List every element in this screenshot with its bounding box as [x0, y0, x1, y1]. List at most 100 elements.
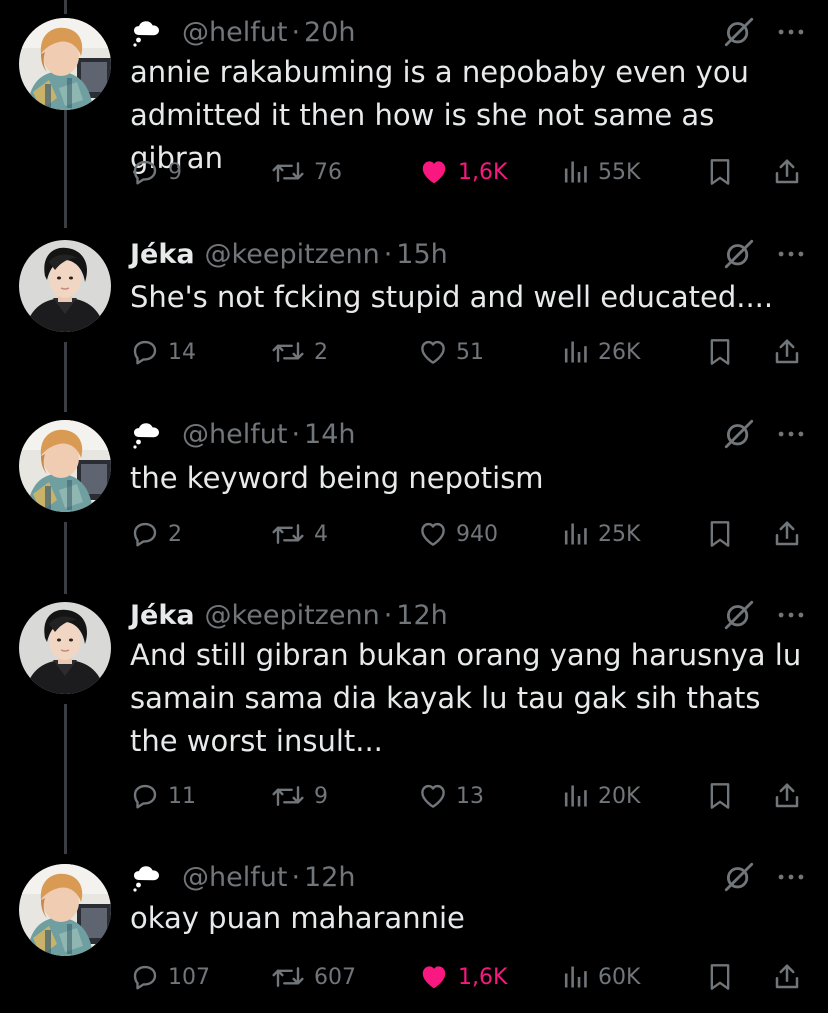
like-count: 51 — [456, 339, 484, 365]
user-handle[interactable]: @keepitzenn — [205, 239, 380, 270]
separator-dot: · — [291, 418, 301, 450]
bookmark-icon — [706, 518, 734, 550]
like-count: 13 — [456, 783, 484, 809]
timestamp[interactable]: 14h — [304, 419, 355, 450]
views-button[interactable]: 60K — [562, 957, 640, 997]
tweet-text: And still gibran bukan orang yang harusn… — [130, 638, 802, 758]
thread-line — [64, 704, 67, 854]
repost-button[interactable]: 4 — [270, 514, 328, 554]
reply-icon — [130, 962, 160, 992]
share-icon — [772, 157, 802, 187]
reply-button[interactable]: 107 — [130, 957, 210, 997]
repost-button[interactable]: 607 — [270, 957, 356, 997]
grok-icon[interactable] — [722, 15, 756, 49]
user-handle[interactable]: @keepitzenn — [205, 600, 380, 631]
thread-line — [64, 110, 67, 228]
share-button[interactable] — [772, 514, 802, 554]
bookmark-icon — [706, 961, 734, 993]
repost-icon — [270, 519, 306, 549]
bookmark-button[interactable] — [706, 514, 734, 554]
more-icon[interactable] — [774, 598, 808, 632]
grok-icon[interactable] — [722, 237, 756, 271]
repost-icon — [270, 781, 306, 811]
like-button[interactable]: 13 — [418, 776, 484, 816]
grok-icon[interactable] — [722, 598, 756, 632]
separator-dot: · — [291, 16, 301, 48]
reply-button[interactable]: 14 — [130, 332, 196, 372]
tweet-header: Jéka @keepitzenn · 15h — [130, 236, 448, 272]
bookmark-button[interactable] — [706, 332, 734, 372]
repost-icon — [270, 157, 306, 187]
views-button[interactable]: 20K — [562, 776, 640, 816]
reply-count: 11 — [168, 783, 196, 809]
display-name[interactable]: Jéka — [130, 600, 195, 631]
bookmark-button[interactable] — [706, 152, 734, 192]
more-icon[interactable] — [774, 417, 808, 451]
timestamp[interactable]: 12h — [396, 600, 447, 631]
more-icon[interactable] — [774, 237, 808, 271]
action-bar: 11 9 13 20K — [130, 776, 810, 816]
bookmark-icon — [706, 780, 734, 812]
reply-button[interactable]: 9 — [130, 152, 182, 192]
avatar[interactable] — [19, 864, 111, 956]
separator-dot: · — [291, 861, 301, 893]
views-icon — [562, 337, 590, 367]
timestamp[interactable]: 20h — [304, 17, 355, 48]
repost-count: 4 — [314, 521, 328, 547]
reply-count: 9 — [168, 159, 182, 185]
views-icon — [562, 962, 590, 992]
share-button[interactable] — [772, 332, 802, 372]
user-handle[interactable]: @helfut — [182, 419, 287, 450]
reply-button[interactable]: 2 — [130, 514, 182, 554]
like-button[interactable]: 1,6K — [418, 152, 507, 192]
action-bar: 2 4 940 25K — [130, 514, 810, 554]
bookmark-icon — [706, 336, 734, 368]
repost-count: 607 — [314, 964, 356, 990]
views-count: 55K — [598, 159, 641, 185]
views-button[interactable]: 26K — [562, 332, 640, 372]
repost-button[interactable]: 9 — [270, 776, 328, 816]
action-bar: 107 607 1,6K 60K — [130, 957, 810, 997]
avatar[interactable] — [19, 602, 111, 694]
share-button[interactable] — [772, 776, 802, 816]
reply-icon — [130, 781, 160, 811]
heart-icon — [418, 337, 448, 367]
timestamp[interactable]: 15h — [396, 239, 447, 270]
more-icon[interactable] — [774, 860, 808, 894]
user-handle[interactable]: @helfut — [182, 862, 287, 893]
views-count: 26K — [598, 339, 641, 365]
tweet-header: @helfut · 14h — [130, 416, 356, 452]
more-icon[interactable] — [774, 15, 808, 49]
grok-icon[interactable] — [722, 860, 756, 894]
thread-line — [64, 342, 67, 412]
share-icon — [772, 337, 802, 367]
user-handle[interactable]: @helfut — [182, 17, 287, 48]
repost-count: 76 — [314, 159, 342, 185]
reply-icon — [130, 337, 160, 367]
heart-icon — [418, 962, 450, 992]
like-button[interactable]: 1,6K — [418, 957, 507, 997]
tweet-text: She's not fcking stupid and well educate… — [130, 280, 774, 314]
like-button[interactable]: 51 — [418, 332, 484, 372]
bookmark-button[interactable] — [706, 957, 734, 997]
tweet-header: @helfut · 12h — [130, 859, 356, 895]
reply-count: 14 — [168, 339, 196, 365]
display-name[interactable]: Jéka — [130, 239, 195, 270]
repost-button[interactable]: 2 — [270, 332, 328, 372]
share-button[interactable] — [772, 957, 802, 997]
bookmark-button[interactable] — [706, 776, 734, 816]
share-button[interactable] — [772, 152, 802, 192]
grok-icon[interactable] — [722, 417, 756, 451]
avatar[interactable] — [19, 18, 111, 110]
views-button[interactable]: 55K — [562, 152, 640, 192]
avatar[interactable] — [19, 240, 111, 332]
views-button[interactable]: 25K — [562, 514, 640, 554]
repost-button[interactable]: 76 — [270, 152, 342, 192]
share-icon — [772, 519, 802, 549]
heart-icon — [418, 519, 448, 549]
reply-button[interactable]: 11 — [130, 776, 196, 816]
timestamp[interactable]: 12h — [304, 862, 355, 893]
like-button[interactable]: 940 — [418, 514, 498, 554]
like-count: 1,6K — [458, 159, 508, 185]
avatar[interactable] — [19, 420, 111, 512]
